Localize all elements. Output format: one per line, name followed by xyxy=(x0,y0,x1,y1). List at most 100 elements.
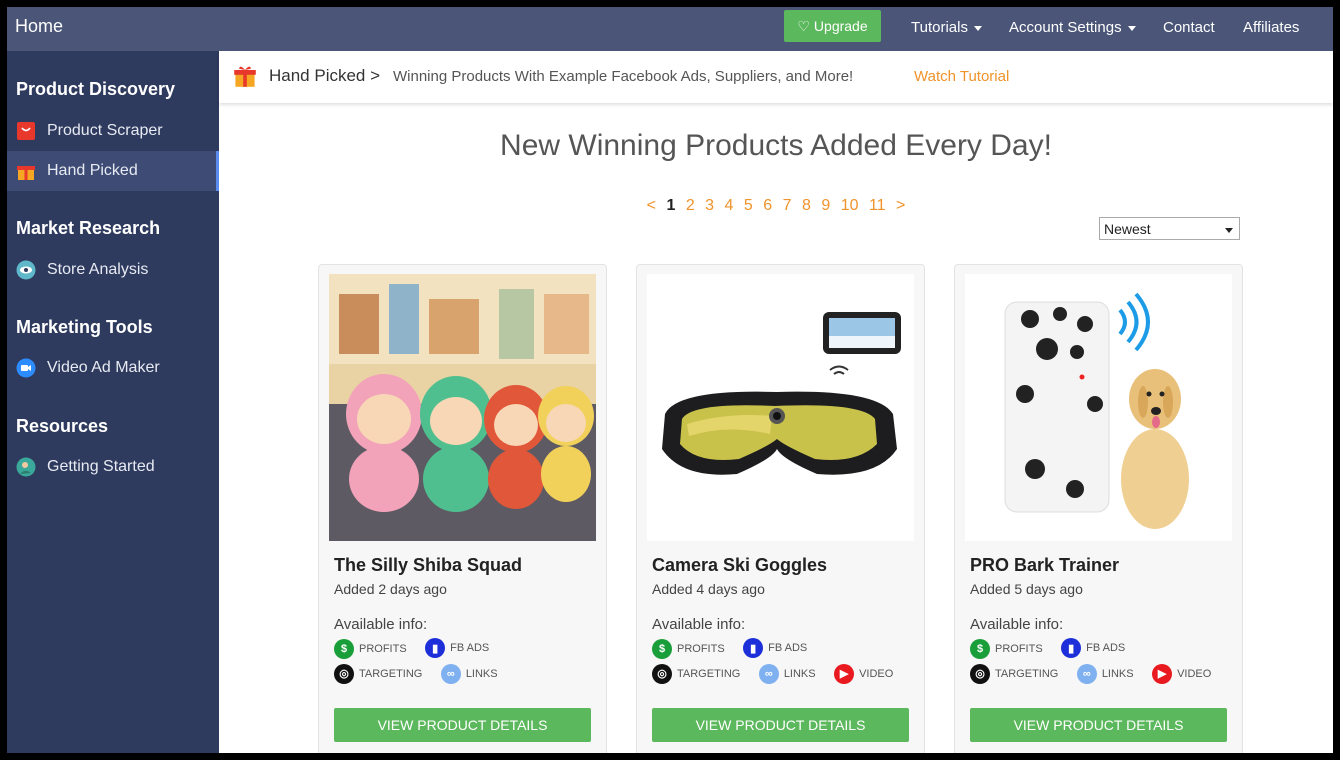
nav-affiliates[interactable]: Affiliates xyxy=(1243,19,1299,36)
tag-label: PROFITS xyxy=(359,642,407,655)
tag-links: ∞ LINKS xyxy=(758,664,816,684)
view-product-details-button[interactable]: VIEW PRODUCT DETAILS xyxy=(970,708,1227,742)
pagination-prev[interactable]: < xyxy=(647,197,656,214)
tag-targeting: ◎ TARGETING xyxy=(970,663,1059,684)
link-icon: ∞ xyxy=(758,664,779,684)
pagination-page[interactable]: 4 xyxy=(725,197,734,214)
sort-select[interactable]: Newest xyxy=(1099,217,1240,240)
chevron-down-icon xyxy=(1225,228,1233,233)
view-product-details-button[interactable]: VIEW PRODUCT DETAILS xyxy=(652,708,909,742)
nav-tutorials-label: Tutorials xyxy=(911,19,968,36)
chevron-down-icon xyxy=(1127,25,1136,31)
sidebar-item-video-ad-maker[interactable]: Video Ad Maker xyxy=(7,348,219,388)
breadcrumb: Hand Picked > Winning Products With Exam… xyxy=(219,51,1333,103)
play-icon: ▶ xyxy=(834,663,855,684)
app-frame: Home ♡ Upgrade Tutorials Account Setting… xyxy=(7,7,1333,753)
sidebar-item-getting-started[interactable]: Getting Started xyxy=(7,447,219,487)
chevron-down-icon xyxy=(973,25,982,31)
tag-label: FB ADS xyxy=(450,642,490,654)
tag-label: LINKS xyxy=(1101,668,1134,680)
sidebar-item-label: Store Analysis xyxy=(47,261,149,278)
product-image[interactable] xyxy=(965,274,1232,541)
tag-targeting: ◎ TARGETING xyxy=(334,663,423,684)
product-title[interactable]: Camera Ski Goggles xyxy=(652,555,827,576)
tag-label: VIDEO xyxy=(1177,667,1212,680)
dollar-icon: $ xyxy=(334,638,354,659)
breadcrumb-current: Hand Picked > xyxy=(269,66,381,85)
available-info-label: Available info: xyxy=(970,616,1064,633)
pagination-page[interactable]: 2 xyxy=(686,197,695,214)
bar-chart-icon: ▮ xyxy=(1061,638,1082,658)
tag-label: FB ADS xyxy=(768,642,808,654)
sidebar-heading-marketing-tools: Marketing Tools xyxy=(16,317,153,337)
product-card: The Silly Shiba Squad Added 2 days ago A… xyxy=(318,264,607,753)
pagination-page[interactable]: 10 xyxy=(841,197,859,214)
tag-fb-ads: ▮ FB ADS xyxy=(425,638,489,658)
tag-label: TARGETING xyxy=(995,667,1059,680)
sidebar-item-label: Product Scraper xyxy=(47,122,163,139)
watch-tutorial-link[interactable]: Watch Tutorial xyxy=(914,68,1009,85)
pagination-page[interactable]: 8 xyxy=(802,197,811,214)
dollar-icon: $ xyxy=(652,638,672,659)
sidebar-item-hand-picked[interactable]: Hand Picked xyxy=(7,151,219,191)
nav-contact[interactable]: Contact xyxy=(1163,19,1215,36)
upgrade-button[interactable]: ♡ Upgrade xyxy=(784,10,881,42)
view-product-details-button[interactable]: VIEW PRODUCT DETAILS xyxy=(334,708,591,742)
pagination-page[interactable]: 11 xyxy=(869,197,886,214)
tag-label: TARGETING xyxy=(359,667,423,680)
tag-label: PROFITS xyxy=(995,642,1043,655)
nav-account-settings[interactable]: Account Settings xyxy=(1009,19,1136,36)
product-card: Camera Ski Goggles Added 4 days ago Avai… xyxy=(636,264,925,753)
target-icon: ◎ xyxy=(970,663,990,684)
bar-chart-icon: ▮ xyxy=(743,638,764,658)
page-title: New Winning Products Added Every Day! xyxy=(500,129,1052,162)
available-info-label: Available info: xyxy=(652,616,746,633)
target-icon: ◎ xyxy=(652,663,672,684)
tag-profits: $ PROFITS xyxy=(334,638,407,659)
tag-label: PROFITS xyxy=(677,642,725,655)
tag-label: FB ADS xyxy=(1086,642,1126,654)
sidebar: Product Discovery Product Scraper Hand P… xyxy=(7,51,219,753)
tag-fb-ads: ▮ FB ADS xyxy=(1061,638,1125,658)
upgrade-label: Upgrade xyxy=(813,18,868,34)
home-link[interactable]: Home xyxy=(15,16,63,37)
tag-profits: $ PROFITS xyxy=(652,638,725,659)
sidebar-item-label: Video Ad Maker xyxy=(47,359,160,376)
tag-links: ∞ LINKS xyxy=(440,664,498,684)
product-added-date: Added 2 days ago xyxy=(334,581,447,597)
product-image[interactable] xyxy=(647,274,914,541)
pagination: < 1 2 3 4 5 6 7 8 9 10 11 > xyxy=(219,197,1333,215)
tag-links: ∞ LINKS xyxy=(1076,664,1134,684)
nav-tutorials[interactable]: Tutorials xyxy=(911,19,982,36)
sidebar-item-product-scraper[interactable]: Product Scraper xyxy=(7,111,219,151)
available-info-label: Available info: xyxy=(334,616,428,633)
play-icon: ▶ xyxy=(1152,663,1173,684)
pagination-next[interactable]: > xyxy=(896,197,905,214)
product-image[interactable] xyxy=(329,274,596,541)
product-added-date: Added 5 days ago xyxy=(970,581,1083,597)
pagination-page[interactable]: 7 xyxy=(783,197,792,214)
sidebar-heading-resources: Resources xyxy=(16,416,109,436)
gift-icon xyxy=(16,161,36,181)
info-tags: $ PROFITS ▮ FB ADS ◎ TARGETING ∞ LINKS ▶ VIDE… xyxy=(970,638,1235,689)
tag-fb-ads: ▮ FB ADS xyxy=(743,638,807,658)
info-tags: $ PROFITS ▮ FB ADS ◎ TARGETING ∞ LINKS ▶ VIDE… xyxy=(652,638,917,689)
gift-icon xyxy=(233,64,257,93)
pagination-page[interactable]: 9 xyxy=(821,197,830,214)
product-title[interactable]: PRO Bark Trainer xyxy=(970,555,1119,576)
product-title[interactable]: The Silly Shiba Squad xyxy=(334,555,522,576)
sidebar-heading-product-discovery: Product Discovery xyxy=(16,79,176,99)
tag-label: LINKS xyxy=(465,668,498,680)
pagination-page[interactable]: 5 xyxy=(744,197,753,214)
info-tags: $ PROFITS ▮ FB ADS ◎ TARGETING ∞ LINKS xyxy=(334,638,599,689)
sort-select-value: Newest xyxy=(1104,221,1151,237)
pagination-page[interactable]: 1 xyxy=(666,197,675,214)
shopping-bag-icon xyxy=(16,121,36,141)
sidebar-item-store-analysis[interactable]: Store Analysis xyxy=(7,250,219,290)
tag-profits: $ PROFITS xyxy=(970,638,1043,659)
pagination-page[interactable]: 3 xyxy=(705,197,714,214)
heart-icon: ♡ xyxy=(797,17,810,34)
tag-label: TARGETING xyxy=(677,667,741,680)
product-added-date: Added 4 days ago xyxy=(652,581,765,597)
pagination-page[interactable]: 6 xyxy=(763,197,772,214)
